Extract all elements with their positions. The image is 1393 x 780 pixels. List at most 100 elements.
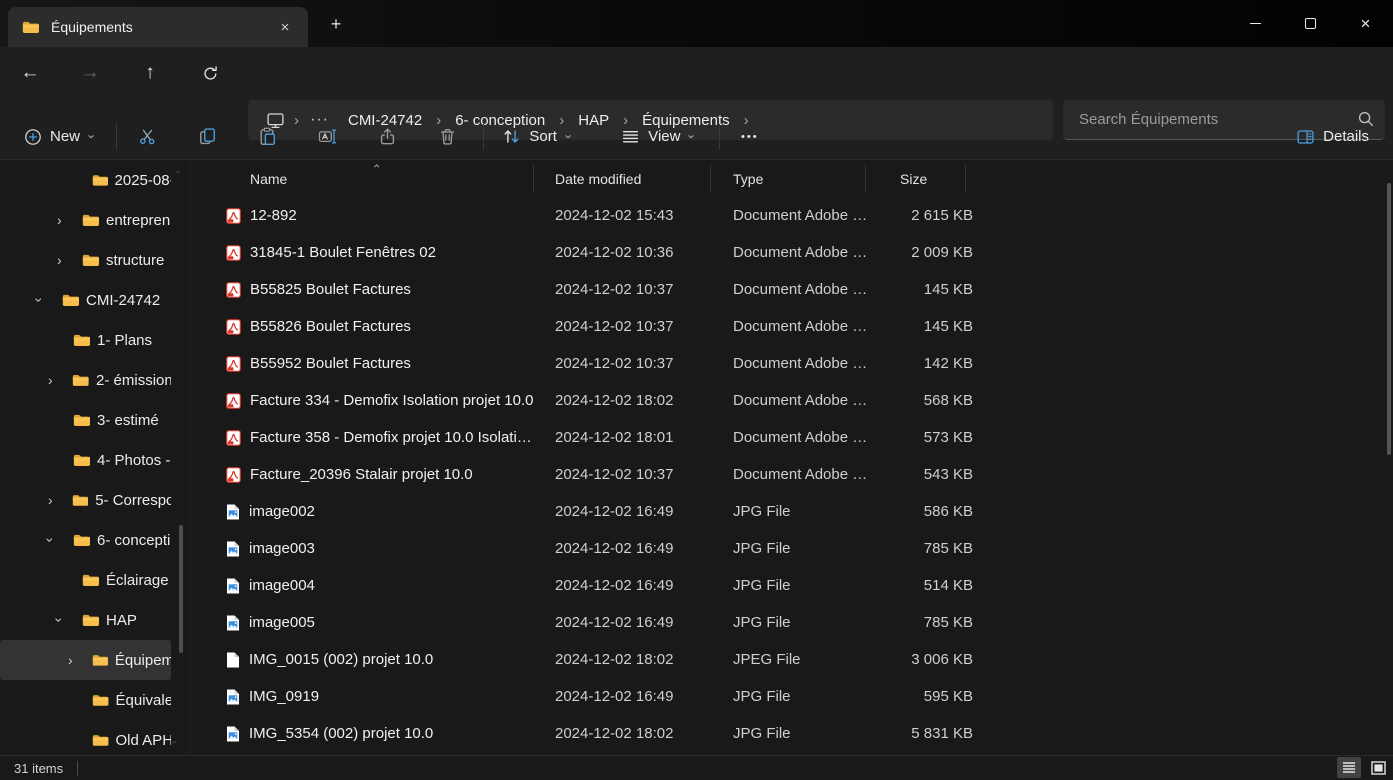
tree-chevron-slot[interactable]: › <box>45 532 73 548</box>
file-size: 785 KB <box>878 614 973 631</box>
paste-button[interactable] <box>247 119 287 155</box>
maximize-button[interactable] <box>1283 0 1338 47</box>
sidebar-item[interactable]: 3- estimé <box>0 400 171 440</box>
file-name-cell: image003 <box>226 540 545 557</box>
sidebar-scroll-up-icon[interactable]: › <box>172 170 184 174</box>
chrome-bars: ← → ↑ › ··· CMI-24742 › <box>0 47 1393 160</box>
file-row[interactable]: B55826 Boulet Factures 2024-12-02 10:37 … <box>191 308 1393 345</box>
sidebar-scroll-down-icon[interactable]: › <box>168 740 180 744</box>
column-header-name[interactable]: Name <box>226 171 545 187</box>
file-row[interactable]: IMG_0919 2024-12-02 16:49 JPG File 595 K… <box>191 678 1393 715</box>
sidebar-item[interactable]: 1- Plans <box>0 320 171 360</box>
sidebar-item[interactable]: › Équipem <box>0 640 171 680</box>
file-row[interactable]: image004 2024-12-02 16:49 JPG File 514 K… <box>191 567 1393 604</box>
copy-button[interactable] <box>187 119 227 155</box>
file-row[interactable]: IMG_5354 (002) projet 10.0 2024-12-02 18… <box>191 715 1393 752</box>
file-size: 2 009 KB <box>878 244 973 261</box>
column-header-size[interactable]: Size <box>878 171 973 187</box>
file-explorer-window: Équipements × + × ← → ↑ <box>0 0 1393 780</box>
thumbnail-view-toggle[interactable] <box>1366 757 1390 778</box>
new-button[interactable]: New › <box>14 119 104 155</box>
file-row[interactable]: B55952 Boulet Factures 2024-12-02 10:37 … <box>191 345 1393 382</box>
tree-chevron-slot[interactable]: › <box>45 492 72 508</box>
forward-button[interactable]: → <box>70 53 110 93</box>
tree-chevron-slot[interactable]: › <box>34 292 62 308</box>
file-type: Document Adobe … <box>723 466 878 483</box>
refresh-button[interactable] <box>190 53 230 93</box>
navigation-pane: 2025-08- › entrepren › structure › CMI-2… <box>0 160 190 755</box>
cut-button[interactable] <box>127 119 167 155</box>
file-type: Document Adobe … <box>723 355 878 372</box>
share-icon <box>378 127 397 146</box>
file-row[interactable]: image005 2024-12-02 16:49 JPG File 785 K… <box>191 604 1393 641</box>
sort-button[interactable]: Sort › <box>492 119 581 155</box>
details-view-toggle[interactable] <box>1337 757 1361 778</box>
view-button[interactable]: View › <box>611 119 705 155</box>
scissors-icon <box>138 127 157 146</box>
file-size: 2 615 KB <box>878 207 973 224</box>
tree-chevron-slot[interactable]: › <box>54 252 82 268</box>
sidebar-item[interactable]: › CMI-24742 <box>0 280 171 320</box>
sidebar-item[interactable]: › 2- émission <box>0 360 171 400</box>
file-type: Document Adobe … <box>723 318 878 335</box>
close-button[interactable]: × <box>1338 0 1393 47</box>
back-button[interactable]: ← <box>10 53 50 93</box>
chevron-icon: › <box>48 372 53 388</box>
sidebar-item[interactable]: › structure <box>0 240 171 280</box>
delete-button[interactable] <box>427 119 467 155</box>
file-row[interactable]: IMG_0015 (002) projet 10.0 2024-12-02 18… <box>191 641 1393 678</box>
details-pane-button[interactable]: Details <box>1286 119 1379 155</box>
file-row[interactable]: image003 2024-12-02 16:49 JPG File 785 K… <box>191 530 1393 567</box>
file-row[interactable]: Facture 334 - Demofix Isolation projet 1… <box>191 382 1393 419</box>
column-separator[interactable] <box>865 165 866 193</box>
sidebar-item[interactable]: Éclairage <box>0 560 171 600</box>
rename-button[interactable] <box>307 119 347 155</box>
tab-close-icon[interactable]: × <box>272 14 298 40</box>
file-date-modified: 2024-12-02 18:02 <box>545 725 723 742</box>
minimize-button[interactable] <box>1228 0 1283 47</box>
file-row[interactable]: Facture 358 - Demofix projet 10.0 Isolat… <box>191 419 1393 456</box>
file-name: B55952 Boulet Factures <box>250 355 411 372</box>
column-header-type[interactable]: Type <box>723 171 878 187</box>
ellipsis-icon: ••• <box>741 131 759 143</box>
file-type: JPG File <box>723 688 878 705</box>
sidebar-item[interactable]: 4- Photos - <box>0 440 171 480</box>
sidebar-item[interactable]: › HAP <box>0 600 171 640</box>
sidebar-item[interactable]: 2025-08- <box>0 160 171 200</box>
tree-chevron-slot[interactable]: › <box>54 212 82 228</box>
sidebar-scrollbar[interactable] <box>179 525 183 653</box>
sidebar-item-label: 4- Photos - <box>97 452 170 469</box>
sidebar-item-label: 1- Plans <box>97 332 152 349</box>
folder-icon <box>82 573 99 587</box>
file-row[interactable]: 12-892 2024-12-02 15:43 Document Adobe …… <box>191 197 1393 234</box>
new-tab-button[interactable]: + <box>322 10 350 38</box>
sidebar-item[interactable]: › 6- concepti <box>0 520 171 560</box>
file-row[interactable]: image002 2024-12-02 16:49 JPG File 586 K… <box>191 493 1393 530</box>
file-row[interactable]: 31845-1 Boulet Fenêtres 02 2024-12-02 10… <box>191 234 1393 271</box>
up-button[interactable]: ↑ <box>130 53 170 93</box>
file-type: JPG File <box>723 614 878 631</box>
column-separator[interactable] <box>965 165 966 193</box>
file-row[interactable]: B55825 Boulet Factures 2024-12-02 10:37 … <box>191 271 1393 308</box>
share-button[interactable] <box>367 119 407 155</box>
column-separator[interactable] <box>533 165 534 193</box>
sidebar-item[interactable]: › 5- Correspo <box>0 480 171 520</box>
folder-icon <box>92 693 108 707</box>
toolbar-separator <box>719 124 720 150</box>
tree-chevron-slot[interactable]: › <box>45 372 72 388</box>
sidebar-item[interactable]: › entrepren <box>0 200 171 240</box>
file-list-scrollbar[interactable] <box>1387 183 1391 455</box>
folder-icon <box>92 173 108 187</box>
file-row[interactable]: Facture_20396 Stalair projet 10.0 2024-1… <box>191 456 1393 493</box>
tree-chevron-slot[interactable]: › <box>65 652 92 668</box>
sidebar-item[interactable]: Old APH <box>0 720 171 755</box>
column-header-date-modified[interactable]: Date modified <box>545 171 723 187</box>
more-options-button[interactable]: ••• <box>730 119 770 155</box>
file-name-cell: IMG_0919 <box>226 688 545 705</box>
file-name-cell: 31845-1 Boulet Fenêtres 02 <box>226 244 545 261</box>
tab-equipements[interactable]: Équipements × <box>8 7 308 47</box>
sidebar-item[interactable]: Équivale <box>0 680 171 720</box>
tree-chevron-slot[interactable]: › <box>54 612 82 628</box>
column-separator[interactable] <box>710 165 711 193</box>
details-view-icon <box>1342 761 1356 774</box>
